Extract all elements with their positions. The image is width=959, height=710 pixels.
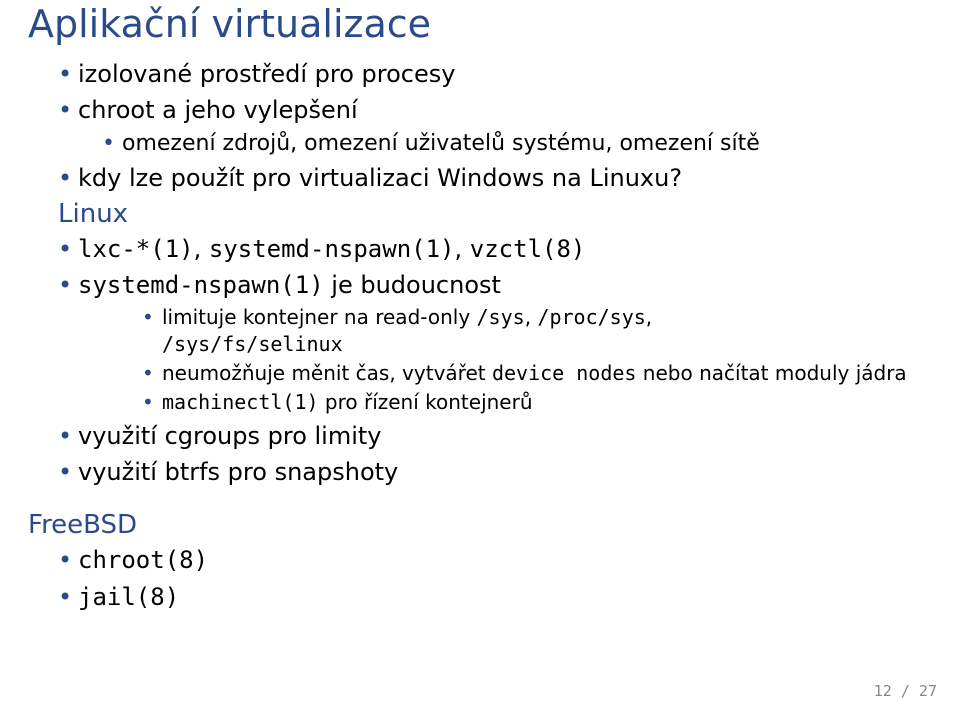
bullet-no-time-devicenodes: neumožňuje měnit čas, vytvářet device no… (142, 360, 931, 387)
bullet-cgroups: využití cgroups pro limity (58, 420, 931, 452)
code-vzctl: vzctl(8) (470, 235, 586, 263)
main-list: izolované prostředí pro procesy chroot a… (28, 58, 931, 195)
bullet-lxc-nspawn-vzctl: lxc-*(1), systemd-nspawn(1), vzctl(8) (58, 233, 931, 265)
text-no-time: neumožňuje měnit čas, vytvářet (162, 361, 492, 385)
freebsd-heading: FreeBSD (28, 510, 931, 540)
code-nspawn-2: systemd-nspawn(1) (78, 271, 324, 299)
bullet-btrfs: využití btrfs pro snapshoty (58, 456, 931, 488)
code-lxc: lxc-*(1) (78, 235, 194, 263)
text-limits: limituje kontejner na read-only (162, 305, 477, 329)
freebsd-section: FreeBSD chroot(8) jail(8) (28, 510, 931, 613)
text-sep: , (525, 305, 538, 329)
bullet-restrictions: omezení zdrojů, omezení uživatelů systém… (102, 129, 931, 159)
text-sep: , (646, 305, 652, 329)
text-container-mgmt: pro řízení kontejnerů (319, 390, 533, 414)
code-selinux: /sys/fs/selinux (162, 332, 343, 356)
code-jail8: jail(8) (78, 583, 179, 611)
bullet-readonly: limituje kontejner na read-only /sys, /p… (142, 304, 931, 358)
bullet-windows-linux: kdy lze použít pro virtualizaci Windows … (58, 162, 931, 194)
linux-list: lxc-*(1), systemd-nspawn(1), vzctl(8) sy… (28, 233, 931, 489)
code-machinectl: machinectl(1) (162, 390, 319, 414)
bullet-chroot8: chroot(8) (58, 544, 931, 576)
bullet-chroot: chroot a jeho vylepšení (58, 94, 931, 126)
code-sys: /sys (477, 305, 525, 329)
code-proc-sys: /proc/sys (537, 305, 645, 329)
bullet-jail8: jail(8) (58, 581, 931, 613)
bullet-machinectl: machinectl(1) pro řízení kontejnerů (142, 389, 931, 416)
text-sep: , (455, 235, 470, 263)
page-number: 12 / 27 (874, 682, 937, 700)
linux-heading: Linux (58, 199, 931, 229)
text-no-modules: nebo načítat moduly jádra (636, 361, 906, 385)
bullet-nspawn-future: systemd-nspawn(1) je budoucnost (58, 269, 931, 301)
slide: Aplikační virtualizace izolované prostře… (0, 0, 959, 710)
code-device-nodes: device nodes (492, 361, 637, 385)
bullet-isolated-env: izolované prostředí pro procesy (58, 58, 931, 90)
code-chroot8: chroot(8) (78, 546, 208, 574)
freebsd-list: chroot(8) jail(8) (28, 544, 931, 613)
code-nspawn: systemd-nspawn(1) (209, 235, 455, 263)
text-future: je budoucnost (324, 271, 501, 299)
text-sep: , (194, 235, 209, 263)
slide-title: Aplikační virtualizace (28, 0, 931, 46)
